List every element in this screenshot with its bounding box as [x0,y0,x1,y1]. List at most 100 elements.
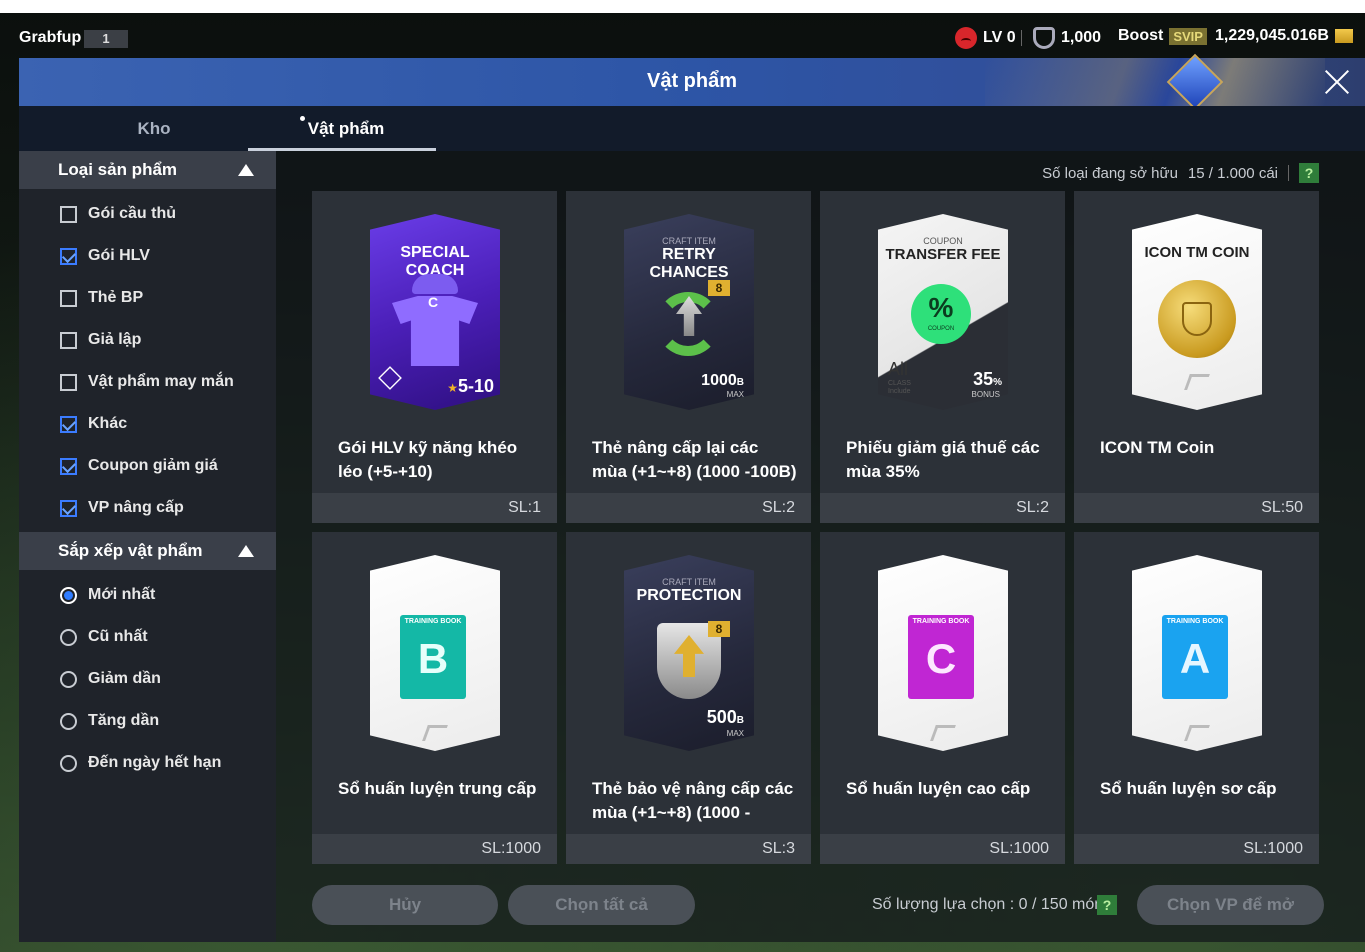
item-card[interactable]: TRAINING BOOK A Sổ huấn luyện sơ cấp SL:… [1074,532,1319,864]
item-card[interactable]: CRAFT ITEM RETRY CHANCES 8 1000B MAX Thẻ… [566,191,811,523]
book-tag: TRAINING BOOK [912,618,970,625]
badge-label: COUPON [927,326,955,332]
book-tag: TRAINING BOOK [404,618,462,625]
filter-vp-nang-cap[interactable]: VP nâng cấp [60,496,184,520]
card-all: All [888,359,909,379]
coach-card-image: SPECIAL COACH C ★5-10 [370,214,500,410]
item-quantity: SL:1 [312,493,557,523]
filter-vat-pham-may-man[interactable]: Vật phẩm may mắn [60,370,234,394]
checkbox[interactable] [60,247,77,265]
filter-coupon-giam-gia[interactable]: Coupon giảm giá [60,454,218,478]
select-all-button[interactable]: Chọn tất cả [508,885,695,925]
coin-icon [1334,29,1353,43]
card-letter: C [428,294,439,310]
card-tag: CRAFT ITEM [662,577,716,587]
radio[interactable] [60,670,77,688]
sad-face-icon [955,27,977,49]
sort-den-ngay-het-han[interactable]: Đến ngày hết hạn [60,751,221,775]
book-letter: B [417,635,449,682]
card-max: MAX [726,390,744,399]
tab-kho[interactable]: Kho [54,106,254,151]
item-card[interactable]: COUPON TRANSFER FEE % COUPON All CLASS In… [820,191,1065,523]
tab-label: Vật phẩm [307,119,385,138]
fc-logo-icon [930,725,956,741]
divider [1288,165,1289,181]
tab-label: Kho [137,119,171,138]
shield-count: 1,000 [1061,29,1102,46]
notification-dot-icon [299,116,305,121]
filter-khac[interactable]: Khác [60,412,127,436]
option-label: Giả lập [88,331,142,348]
help-button[interactable]: ? [1299,163,1319,183]
filter-goi-cau-thu[interactable]: Gói cầu thủ [60,202,176,226]
protection-card-image: CRAFT ITEM PROTECTION 8 500B MAX [624,555,754,751]
tab-bar: Kho Vật phẩm [19,106,1365,151]
bonus-label: BONUS [971,390,1000,399]
item-card[interactable]: ICON TM COIN ICON TM Coin SL:50 [1074,191,1319,523]
coach-logo-icon [378,366,402,390]
checkbox[interactable] [60,205,77,223]
card-amount: 1000 [701,372,737,389]
option-label: Khác [88,415,128,432]
collapse-triangle-icon[interactable] [238,545,254,557]
boost-stat: Boost SVIP [1118,27,1207,45]
item-card[interactable]: SPECIAL COACH C ★5-10 Gói HLV kỹ năng kh… [312,191,557,523]
card-tag: COUPON [923,236,963,246]
checkbox[interactable] [60,331,77,349]
sort-header[interactable]: Sắp xếp vật phẩm [19,532,276,570]
svip-badge: SVIP [1169,27,1207,45]
user-level-badge: 1 [84,30,128,48]
cancel-button[interactable]: Hủy [312,885,498,925]
radio[interactable] [60,754,77,772]
card-class: CLASS [888,380,911,387]
filter-goi-hlv[interactable]: Gói HLV [60,244,150,268]
sort-cu-nhat[interactable]: Cũ nhất [60,625,148,649]
card-title: RETRY CHANCES [649,246,729,281]
top-strip [0,0,1365,13]
help-button[interactable]: ? [1097,895,1117,915]
fc-logo-icon [1184,374,1210,390]
sort-tang-dan[interactable]: Tăng dần [60,709,159,733]
level-text: LV 0 [983,29,1016,46]
checkbox[interactable] [60,457,77,475]
filter-the-bp[interactable]: Thẻ BP [60,286,143,310]
filter-gia-lap[interactable]: Giả lập [60,328,141,352]
collapse-triangle-icon[interactable] [238,164,254,176]
card-include: Include [888,388,911,395]
radio[interactable] [60,712,77,730]
shield-icon [1033,27,1055,49]
card-title: PROTECTION [636,587,742,604]
owned-label: Số loại đang sở hữu [1042,164,1178,182]
cap-icon [412,274,458,294]
product-type-header[interactable]: Loại sản phẩm [19,151,276,189]
option-label: Thẻ BP [88,289,144,306]
level-stat: LV 0 [955,27,1016,49]
option-label: VP nâng cấp [88,499,184,516]
coupon-card-image: COUPON TRANSFER FEE % COUPON All CLASS In… [878,214,1008,410]
sort-moi-nhat[interactable]: Mới nhất [60,583,155,607]
checkbox[interactable] [60,373,77,391]
checkbox[interactable] [60,289,77,307]
checkbox[interactable] [60,499,77,517]
sort-giam-dan[interactable]: Giảm dần [60,667,161,691]
item-name: Gói HLV kỹ năng khéo léo (+5-+10) [338,438,518,481]
item-quantity: SL:50 [1074,493,1319,523]
tab-vat-pham[interactable]: Vật phẩm [248,106,436,151]
checkbox[interactable] [60,415,77,433]
item-card[interactable]: TRAINING BOOK B Sổ huấn luyện trung cấp … [312,532,557,864]
radio[interactable] [60,628,77,646]
open-selected-button[interactable]: Chọn VP để mở [1137,885,1324,925]
item-card[interactable]: CRAFT ITEM PROTECTION 8 500B MAX Thẻ bảo… [566,532,811,864]
fc-logo-icon [1184,725,1210,741]
card-title: ICON TM COIN [1144,244,1250,261]
option-label: Vật phẩm may mắn [88,373,234,390]
filter-sidebar: Loại sản phẩm Gói cầu thủ Gói HLV Thẻ BP… [19,151,276,942]
close-button[interactable] [1319,64,1355,100]
bonus-unit: % [993,377,1002,388]
section-title: Loại sản phẩm [58,160,178,179]
crest-icon [1182,302,1212,336]
star-icon: ★ [447,381,458,395]
item-card[interactable]: TRAINING BOOK C Sổ huấn luyện cao cấp SL… [820,532,1065,864]
fc-logo-icon [422,725,448,741]
radio[interactable] [60,586,77,604]
